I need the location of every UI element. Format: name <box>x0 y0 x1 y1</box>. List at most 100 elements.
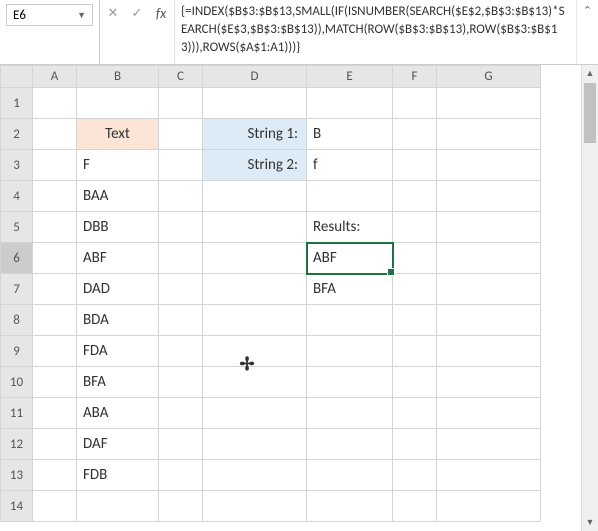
cell[interactable] <box>307 88 393 119</box>
cell[interactable] <box>159 460 203 491</box>
cell[interactable] <box>307 305 393 336</box>
cell[interactable] <box>437 274 541 305</box>
select-all-corner[interactable] <box>1 66 33 88</box>
result-item[interactable]: BFA <box>307 274 393 305</box>
cell[interactable] <box>437 460 541 491</box>
row-head[interactable]: 6 <box>1 243 33 274</box>
cell[interactable] <box>203 181 307 212</box>
cell[interactable] <box>437 212 541 243</box>
col-head-F[interactable]: F <box>393 66 437 88</box>
string1-value[interactable]: B <box>307 119 393 150</box>
cell[interactable] <box>393 274 437 305</box>
scroll-thumb[interactable] <box>584 83 596 143</box>
cell[interactable] <box>203 243 307 274</box>
cell[interactable] <box>159 274 203 305</box>
row-head[interactable]: 12 <box>1 429 33 460</box>
cell[interactable] <box>33 88 77 119</box>
cell[interactable] <box>203 212 307 243</box>
cell[interactable] <box>393 367 437 398</box>
cell[interactable] <box>77 491 159 522</box>
vertical-scrollbar[interactable]: ▲ ▼ <box>581 65 598 531</box>
cell[interactable] <box>437 150 541 181</box>
confirm-icon[interactable]: ✓ <box>128 4 146 22</box>
text-item[interactable]: BDA <box>77 305 159 336</box>
cell[interactable] <box>203 88 307 119</box>
scroll-down-icon[interactable]: ▼ <box>582 514 598 531</box>
results-header[interactable]: Results: <box>307 212 393 243</box>
row-head[interactable]: 3 <box>1 150 33 181</box>
col-head-D[interactable]: D <box>203 66 307 88</box>
cell[interactable] <box>437 367 541 398</box>
text-item[interactable]: ABF <box>77 243 159 274</box>
cell[interactable] <box>33 398 77 429</box>
cell[interactable] <box>159 491 203 522</box>
cell[interactable] <box>159 181 203 212</box>
cell[interactable] <box>33 243 77 274</box>
col-head-B[interactable]: B <box>77 66 159 88</box>
cell[interactable] <box>159 212 203 243</box>
text-item[interactable]: DBB <box>77 212 159 243</box>
formula-input[interactable]: {=INDEX($B$3:$B$13,SMALL(IF(ISNUMBER(SEA… <box>175 0 576 64</box>
cell[interactable] <box>203 491 307 522</box>
row-head[interactable]: 10 <box>1 367 33 398</box>
col-head-C[interactable]: C <box>159 66 203 88</box>
cell[interactable] <box>393 88 437 119</box>
cell[interactable] <box>203 367 307 398</box>
cell[interactable] <box>203 460 307 491</box>
cell[interactable] <box>307 460 393 491</box>
cell[interactable] <box>393 212 437 243</box>
cell[interactable] <box>203 305 307 336</box>
cell[interactable] <box>393 243 437 274</box>
cell[interactable] <box>307 491 393 522</box>
cell[interactable] <box>159 429 203 460</box>
cancel-icon[interactable]: ✕ <box>104 4 122 22</box>
cell[interactable] <box>393 398 437 429</box>
cell[interactable] <box>307 181 393 212</box>
grid[interactable]: A B C D E F G 1 2 Text String 1: B <box>0 65 541 522</box>
cell[interactable] <box>437 398 541 429</box>
text-item[interactable]: DAD <box>77 274 159 305</box>
cell[interactable] <box>159 119 203 150</box>
cell[interactable] <box>159 367 203 398</box>
cell[interactable] <box>393 150 437 181</box>
text-item[interactable]: FDA <box>77 336 159 367</box>
cell[interactable] <box>437 243 541 274</box>
cell[interactable] <box>203 429 307 460</box>
row-head[interactable]: 9 <box>1 336 33 367</box>
cell[interactable] <box>33 119 77 150</box>
name-box[interactable]: E6 ▼ <box>6 4 93 26</box>
scroll-up-icon[interactable]: ▲ <box>582 65 598 82</box>
text-item[interactable]: BFA <box>77 367 159 398</box>
cell[interactable] <box>437 181 541 212</box>
text-item[interactable]: DAF <box>77 429 159 460</box>
string1-label[interactable]: String 1: <box>203 119 307 150</box>
cell[interactable] <box>159 243 203 274</box>
row-head[interactable]: 11 <box>1 398 33 429</box>
cell[interactable] <box>307 398 393 429</box>
row-head[interactable]: 1 <box>1 88 33 119</box>
cell[interactable] <box>33 336 77 367</box>
text-item[interactable]: BAA <box>77 181 159 212</box>
row-head[interactable]: 7 <box>1 274 33 305</box>
chevron-down-icon[interactable]: ▼ <box>77 10 86 21</box>
cell[interactable] <box>77 88 159 119</box>
row-head[interactable]: 14 <box>1 491 33 522</box>
cell[interactable] <box>159 398 203 429</box>
string2-value[interactable]: f <box>307 150 393 181</box>
col-head-E[interactable]: E <box>307 66 393 88</box>
cell[interactable] <box>393 491 437 522</box>
cell[interactable] <box>33 274 77 305</box>
row-head[interactable]: 13 <box>1 460 33 491</box>
expand-formula-icon[interactable]: ⌃ <box>576 0 598 64</box>
cell[interactable] <box>203 398 307 429</box>
cell[interactable] <box>437 88 541 119</box>
cell[interactable] <box>393 336 437 367</box>
text-item[interactable]: F <box>77 150 159 181</box>
cell[interactable] <box>203 274 307 305</box>
cell[interactable] <box>159 305 203 336</box>
cell[interactable] <box>393 119 437 150</box>
cell[interactable] <box>159 336 203 367</box>
cell[interactable] <box>33 181 77 212</box>
cell[interactable] <box>393 460 437 491</box>
cell[interactable] <box>437 119 541 150</box>
